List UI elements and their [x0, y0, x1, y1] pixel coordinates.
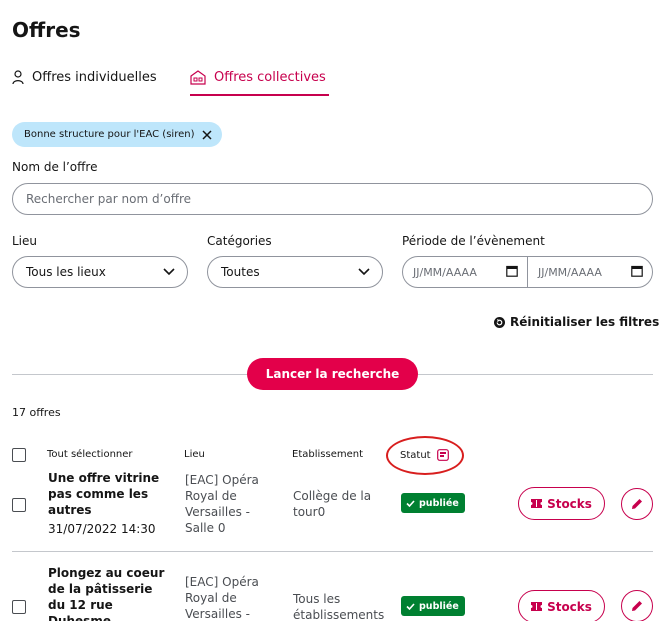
categories-label: Catégories: [207, 234, 272, 248]
status-badge: publiée: [401, 596, 465, 616]
lieu-select[interactable]: Tous les lieux: [12, 256, 188, 288]
user-icon: [12, 70, 24, 85]
ticket-icon: [531, 602, 543, 611]
lieu-label: Lieu: [12, 234, 38, 248]
offer-name-link[interactable]: Plongez au coeur de la pâtisserie du 12 …: [48, 565, 172, 621]
tab-label: Offres collectives: [214, 70, 326, 85]
stocks-label: Stocks: [547, 496, 592, 511]
launch-search-button[interactable]: Lancer la recherche: [247, 358, 418, 390]
check-icon: [406, 602, 415, 610]
categories-select[interactable]: Toutes: [207, 256, 383, 288]
ticket-icon: [531, 499, 543, 508]
edit-button[interactable]: [621, 590, 653, 621]
divider: [12, 551, 653, 552]
categories-select-value: Toutes: [221, 265, 260, 279]
status-label: publiée: [419, 497, 459, 509]
active-tab-underline: [190, 94, 329, 96]
row-checkbox[interactable]: [12, 498, 26, 512]
pencil-icon: [631, 495, 643, 514]
close-icon[interactable]: [202, 129, 213, 140]
edit-button[interactable]: [621, 488, 653, 520]
chevron-down-icon: [163, 265, 175, 279]
period-start-input[interactable]: JJ/MM/AAAA: [402, 256, 528, 288]
header-etablissement: Etablissement: [292, 449, 363, 460]
offer-lieu: [EAC] Opéra Royal de Versailles -: [185, 575, 259, 621]
highlight-circle: [386, 436, 464, 475]
period-end-input[interactable]: JJ/MM/AAAA: [527, 256, 653, 288]
offer-lieu: [EAC] Opéra Royal de Versailles - Salle …: [185, 473, 259, 535]
offer-etablissement: Tous les établissements: [293, 592, 385, 621]
building-icon: [190, 70, 206, 85]
reset-icon: [494, 316, 505, 328]
status-badge: publiée: [401, 493, 465, 513]
period-label: Période de l’évènement: [402, 234, 545, 248]
offer-date: 31/07/2022 14:30: [48, 522, 156, 536]
filter-chip-label: Bonne structure pour l'EAC (siren): [24, 129, 195, 140]
period-start-placeholder: JJ/MM/AAAA: [413, 265, 477, 279]
header-lieu: Lieu: [184, 449, 205, 460]
reset-filters-button[interactable]: Réinitialiser les filtres: [494, 315, 659, 329]
stocks-button[interactable]: Stocks: [518, 487, 605, 520]
check-icon: [406, 499, 415, 507]
pencil-icon: [631, 597, 643, 616]
filter-chip: Bonne structure pour l'EAC (siren): [12, 122, 222, 147]
offer-etablissement: Collège de la tour0: [293, 489, 372, 519]
period-end-placeholder: JJ/MM/AAAA: [538, 265, 602, 279]
lieu-select-value: Tous les lieux: [26, 265, 106, 279]
tab-collective-offers[interactable]: Offres collectives: [190, 70, 326, 85]
calendar-icon[interactable]: [631, 265, 643, 280]
header-select-all: Tout sélectionner: [47, 449, 133, 460]
search-label: Nom de l’offre: [12, 160, 98, 174]
chevron-down-icon: [358, 265, 370, 279]
results-count: 17 offres: [12, 406, 61, 419]
tab-label: Offres individuelles: [32, 70, 157, 85]
offer-name-link[interactable]: Une offre vitrine pas comme les autres: [48, 470, 172, 518]
search-input[interactable]: [12, 183, 653, 215]
stocks-button[interactable]: Stocks: [518, 590, 605, 621]
calendar-icon[interactable]: [506, 265, 518, 280]
page-title: Offres: [12, 18, 81, 42]
stocks-label: Stocks: [547, 599, 592, 614]
select-all-checkbox[interactable]: [12, 448, 26, 462]
tab-individual-offers[interactable]: Offres individuelles: [12, 70, 157, 85]
reset-filters-label: Réinitialiser les filtres: [510, 315, 660, 329]
row-checkbox[interactable]: [12, 600, 26, 614]
status-label: publiée: [419, 600, 459, 612]
